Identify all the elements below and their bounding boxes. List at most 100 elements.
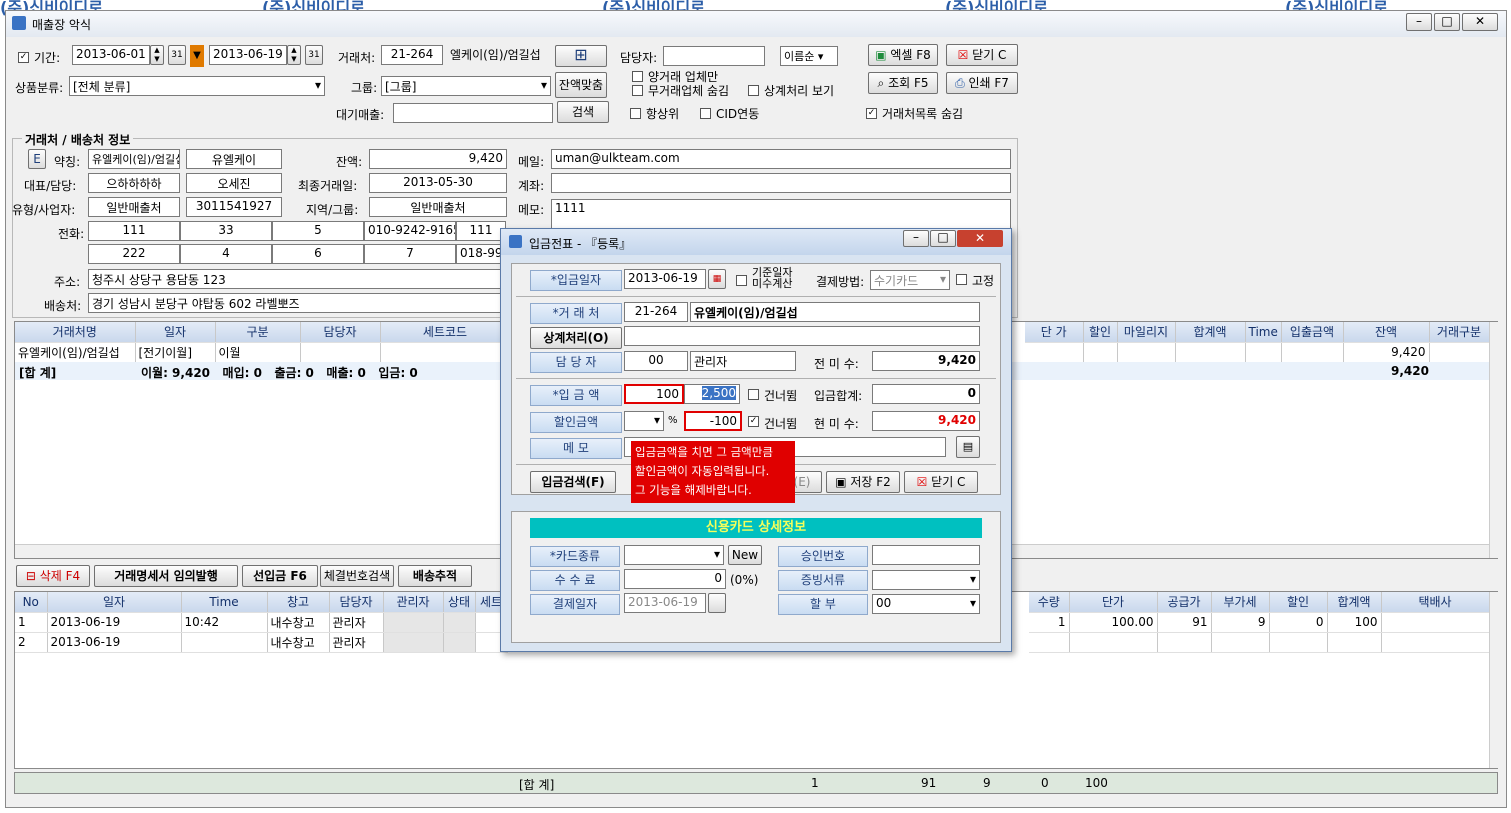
receipt-select[interactable]: ▾: [872, 570, 980, 590]
col-header[interactable]: 창고: [267, 592, 330, 613]
manager-input[interactable]: [663, 46, 765, 66]
both-trade-checkbox[interactable]: [632, 71, 643, 82]
fixed-checkbox[interactable]: [956, 274, 967, 285]
col-header[interactable]: 택배사: [1381, 592, 1490, 613]
col-header[interactable]: 할인: [1269, 592, 1328, 613]
col-header[interactable]: 할인: [1083, 322, 1118, 343]
table-row[interactable]: 1 2013-06-19 10:42 내수창고 관리자: [15, 612, 508, 633]
balance-match-button[interactable]: 잔액맞춤: [555, 72, 607, 98]
phone-input[interactable]: 6: [272, 244, 364, 264]
col-header[interactable]: Time: [1245, 322, 1282, 343]
maximize-button[interactable]: □: [1434, 13, 1460, 31]
dialog-customer-code[interactable]: 21-264: [624, 302, 688, 322]
table-row[interactable]: 2 2013-06-19 내수창고 관리자: [15, 632, 508, 653]
col-header[interactable]: 입출금액: [1281, 322, 1344, 343]
std-date-checkbox[interactable]: [736, 275, 747, 286]
deposit-search-button[interactable]: 입금검색(F): [530, 471, 616, 493]
excel-button[interactable]: ▣ 엑셀 F8: [868, 44, 938, 66]
account-input[interactable]: [551, 173, 1011, 193]
query-button[interactable]: ⌕ 조회 F5: [868, 72, 938, 94]
col-header[interactable]: 일자: [135, 322, 216, 343]
save-button[interactable]: ▣ 저장 F2: [826, 471, 900, 493]
rep-input-2[interactable]: 오세진: [186, 173, 282, 193]
col-header[interactable]: 마일리지: [1117, 322, 1176, 343]
phone-input[interactable]: 222: [88, 244, 180, 264]
col-header[interactable]: 공급가: [1157, 592, 1212, 613]
phone-input[interactable]: 5: [272, 221, 364, 241]
group-select[interactable]: [그룹] ▾: [381, 76, 551, 96]
table-row[interactable]: [1029, 632, 1490, 653]
phone-input[interactable]: 111: [456, 221, 506, 241]
maximize-button[interactable]: □: [930, 230, 956, 247]
col-header[interactable]: 세트코드: [380, 322, 511, 343]
pay-method-select[interactable]: 수기카드 ▾: [870, 270, 950, 290]
offset-input[interactable]: [624, 326, 980, 346]
col-header[interactable]: 거래구분: [1429, 322, 1490, 343]
col-header[interactable]: 구분: [215, 322, 301, 343]
ship-input[interactable]: 경기 성남시 분당구 야탑동 602 라벨뽀즈: [88, 293, 506, 313]
sort-select[interactable]: 이름순 ▾: [780, 46, 838, 66]
col-header[interactable]: 수량: [1029, 592, 1070, 613]
region-value[interactable]: 일반매출처: [369, 197, 507, 217]
discount-amount-input[interactable]: -100: [684, 411, 742, 431]
edit-customer-button[interactable]: E: [28, 149, 46, 169]
dialog-close-button[interactable]: ☒ 닫기 C: [904, 471, 978, 493]
col-header[interactable]: 담당자: [329, 592, 384, 613]
abbr-input[interactable]: 유엘케이(임)/엄길섭: [88, 149, 180, 169]
phone-input[interactable]: 111: [88, 221, 180, 241]
vertical-scrollbar[interactable]: [1489, 592, 1503, 768]
period-checkbox[interactable]: ✓: [18, 52, 29, 63]
biz-no-input[interactable]: 3011541927: [186, 197, 282, 217]
waiting-input[interactable]: [393, 103, 553, 123]
phone-input[interactable]: 7: [364, 244, 456, 264]
add-customer-button[interactable]: ⊞: [555, 45, 607, 67]
col-header[interactable]: 일자: [47, 592, 182, 613]
detail-checkbox[interactable]: [748, 85, 759, 96]
customer-code-input[interactable]: 21-264: [381, 45, 443, 65]
deposit-date-input[interactable]: 2013-06-19: [624, 269, 706, 289]
contract-search-button[interactable]: 체결번호검색: [320, 565, 394, 587]
close-window-button[interactable]: ✕: [1462, 13, 1498, 31]
calendar-icon[interactable]: 31: [168, 45, 186, 65]
approval-input[interactable]: [872, 545, 980, 565]
phone-input[interactable]: 4: [180, 244, 272, 264]
col-header[interactable]: 상태: [443, 592, 476, 613]
phone-input[interactable]: 010-9242-9165: [364, 221, 456, 241]
col-header[interactable]: 합계액: [1175, 322, 1246, 343]
pay-date-input[interactable]: 2013-06-19: [624, 593, 706, 613]
cid-checkbox[interactable]: [700, 108, 711, 119]
col-header[interactable]: 단가: [1069, 592, 1158, 613]
date-from-input[interactable]: 2013-06-01: [72, 45, 150, 65]
rep-input[interactable]: 으하하하하: [88, 173, 180, 193]
vertical-scrollbar[interactable]: [1489, 322, 1503, 558]
calendar-icon[interactable]: [708, 593, 726, 613]
type-input[interactable]: 일반매출처: [88, 197, 180, 217]
col-header[interactable]: 담당자: [300, 322, 381, 343]
fee-input[interactable]: 0: [624, 569, 726, 589]
delete-button[interactable]: ⊟ 삭제 F4: [16, 565, 90, 587]
col-header[interactable]: No: [15, 592, 48, 613]
table-row[interactable]: 9,420: [1025, 342, 1490, 363]
phone-input[interactable]: 018-99: [456, 244, 506, 264]
calendar-icon[interactable]: ▦: [708, 269, 726, 289]
col-header[interactable]: 부가세: [1211, 592, 1270, 613]
date-from-spinner[interactable]: ▲ ▼: [150, 45, 164, 65]
col-header[interactable]: Time: [181, 592, 268, 613]
phone-input[interactable]: 33: [180, 221, 272, 241]
address-input[interactable]: 청주시 상당구 용담동 123: [88, 269, 506, 289]
table-row[interactable]: 1 100.00 91 9 0 100: [1029, 612, 1490, 633]
deposit-amount-input[interactable]: 100: [624, 384, 684, 404]
calendar-icon[interactable]: 31: [305, 45, 323, 65]
skip-checkbox[interactable]: [748, 389, 759, 400]
dialog-manager-code[interactable]: 00: [624, 351, 688, 371]
no-trade-checkbox[interactable]: [632, 85, 643, 96]
prepay-button[interactable]: 선입금 F6: [242, 565, 318, 587]
search-button[interactable]: 검색: [557, 101, 609, 123]
print-button[interactable]: ⎙ 인쇄 F7: [946, 72, 1018, 94]
discount-type-select[interactable]: ▾: [624, 411, 664, 431]
invoice-button[interactable]: 거래명세서 임의발행: [94, 565, 238, 587]
customer-name-input[interactable]: 유엘케이: [186, 149, 282, 169]
shipping-track-button[interactable]: 배송추적: [398, 565, 472, 587]
close-button[interactable]: ☒ 닫기 C: [946, 44, 1018, 66]
installment-select[interactable]: 00 ▾: [872, 594, 980, 614]
